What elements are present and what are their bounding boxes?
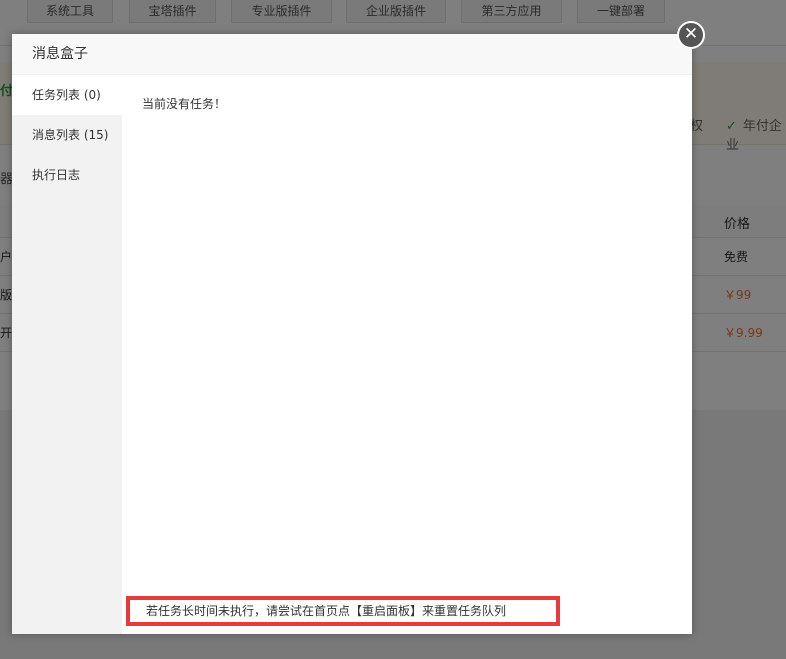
nav-task-list[interactable]: 任务列表 (0) — [12, 75, 122, 115]
tip-text: 若任务长时间未执行，请尝试在首页点【重启面板】来重置任务队列 — [146, 604, 507, 618]
close-icon[interactable]: ✕ — [677, 21, 705, 49]
dialog-content: 当前没有任务！ 若任务长时间未执行，请尝试在首页点【重启面板】来重置任务队列 — [122, 75, 692, 634]
dialog-sidebar: 任务列表 (0) 消息列表 (15) 执行日志 — [12, 75, 122, 634]
dialog-title: 消息盒子 — [12, 34, 692, 75]
message-box-dialog: 消息盒子 任务列表 (0) 消息列表 (15) 执行日志 当前没有任务！ 若任务… — [12, 34, 692, 634]
nav-execution-log[interactable]: 执行日志 — [12, 155, 122, 195]
nav-message-list[interactable]: 消息列表 (15) — [12, 115, 122, 155]
empty-task-message: 当前没有任务！ — [142, 97, 227, 111]
task-queue-tip: 若任务长时间未执行，请尝试在首页点【重启面板】来重置任务队列 — [126, 596, 560, 626]
